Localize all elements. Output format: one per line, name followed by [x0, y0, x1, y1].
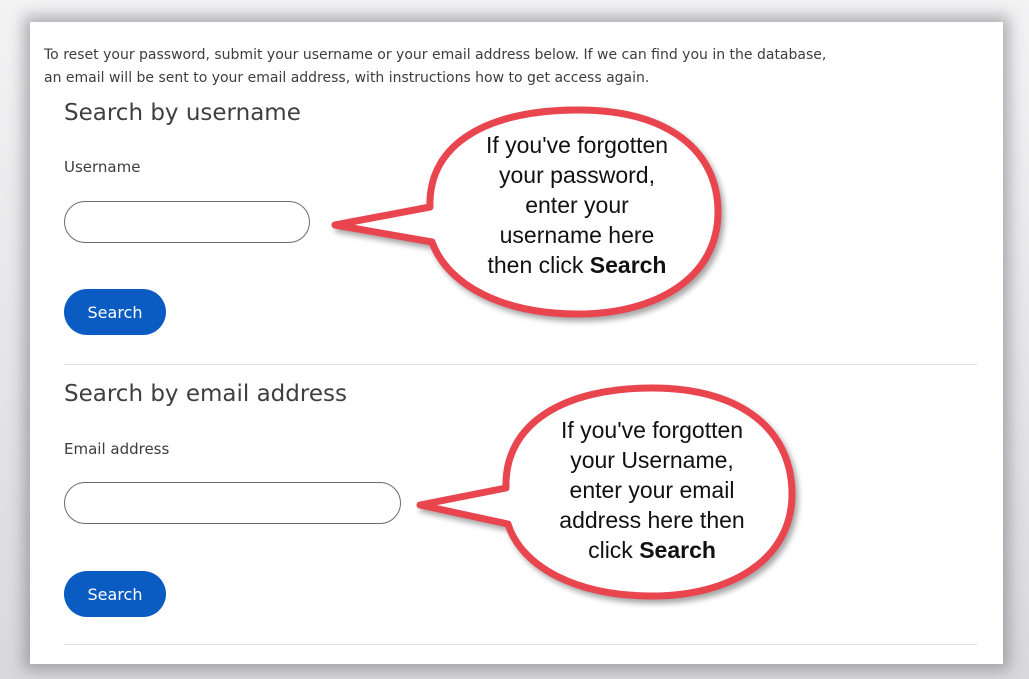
username-callout-text: If you've forgotten your password, enter…	[446, 130, 708, 280]
email-callout-line-5: click Search	[521, 535, 783, 565]
email-callout-line-4: address here then	[559, 507, 745, 533]
email-callout-line-2: your Username,	[570, 447, 734, 473]
username-callout-line-2: your password,	[499, 162, 655, 188]
intro-line-2: an email will be sent to your email addr…	[44, 70, 650, 86]
username-callout-bold-word: Search	[589, 252, 667, 278]
email-callout-line-1: If you've forgotten	[560, 417, 744, 443]
intro-line-1: To reset your password, submit your user…	[44, 47, 827, 63]
email-callout-line-3: enter your email	[569, 477, 735, 503]
username-callout-line-5-text: then click	[487, 252, 590, 278]
screenshot-frame: To reset your password, submit your user…	[0, 0, 1029, 679]
username-section-title: Search by username	[64, 100, 301, 126]
email-search-button[interactable]: Search	[64, 571, 166, 617]
email-callout-bold-word: Search	[639, 537, 716, 563]
email-label: Email address	[64, 440, 170, 458]
email-section-title: Search by email address	[64, 381, 347, 407]
section-divider	[64, 364, 977, 365]
intro-text: To reset your password, submit your user…	[44, 44, 1003, 90]
username-callout-line-5: then click Search	[446, 250, 708, 280]
username-label: Username	[64, 158, 141, 176]
email-callout-line-5-text: click	[588, 537, 640, 563]
email-input[interactable]	[64, 482, 401, 524]
bottom-divider	[64, 644, 977, 645]
username-callout-line-1: If you've forgotten	[485, 132, 669, 158]
username-callout-line-4: username here	[499, 222, 655, 248]
username-search-button[interactable]: Search	[64, 289, 166, 335]
username-input[interactable]	[64, 201, 310, 243]
password-reset-panel: To reset your password, submit your user…	[30, 22, 1003, 664]
username-callout-bubble	[335, 170, 442, 244]
email-callout-text: If you've forgotten your Username, enter…	[521, 415, 783, 565]
username-callout-line-3: enter your	[525, 192, 629, 218]
